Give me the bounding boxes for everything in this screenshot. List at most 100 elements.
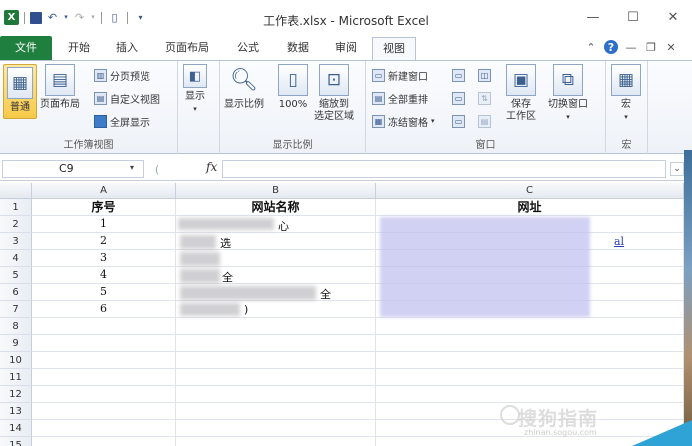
side-by-side-button[interactable]: ◫	[478, 67, 491, 83]
cell-a12[interactable]	[32, 386, 176, 403]
tab-data[interactable]: 数据	[278, 37, 318, 59]
cancel-icon[interactable]: (	[150, 162, 164, 176]
row-header-14[interactable]: 14	[0, 420, 32, 437]
custom-views-button[interactable]: ▤ 自定义视图	[94, 90, 160, 106]
tab-file[interactable]: 文件	[0, 36, 52, 60]
group-macros: ▦ 宏 ▾ 宏	[606, 61, 648, 154]
cell-c1[interactable]: 网址	[376, 199, 684, 216]
hide-button[interactable]: ▭	[452, 90, 465, 106]
column-header-a[interactable]: A	[32, 183, 176, 199]
full-screen-button[interactable]: 全屏显示	[94, 113, 150, 129]
tab-view[interactable]: 视图	[372, 37, 416, 60]
arrange-all-button[interactable]: ▤ 全部重排	[372, 90, 428, 106]
cell-a1[interactable]: 序号	[32, 199, 176, 216]
corner-decoration	[632, 420, 692, 446]
expand-formula-bar-icon[interactable]: ⌄	[670, 162, 684, 176]
cell-c11[interactable]	[376, 369, 684, 386]
sync-scroll-button[interactable]: ⇅	[478, 90, 491, 106]
cell-a11[interactable]	[32, 369, 176, 386]
cell-a10[interactable]	[32, 352, 176, 369]
reset-position-button[interactable]: ▤	[478, 113, 491, 129]
cell-a14[interactable]	[32, 420, 176, 437]
row-header-8[interactable]: 8	[0, 318, 32, 335]
help-icon[interactable]: ?	[604, 40, 618, 54]
new-window-button[interactable]: ▭ 新建窗口	[372, 67, 428, 83]
zoom-button[interactable]: 🔍︎ 显示比例	[224, 64, 264, 111]
cell-b14[interactable]	[176, 420, 376, 437]
save-workspace-button[interactable]: ▣ 保存 工作区	[506, 64, 536, 123]
tab-insert[interactable]: 插入	[106, 37, 148, 59]
row-header-6[interactable]: 6	[0, 284, 32, 301]
maximize-button[interactable]: ☐	[622, 6, 644, 28]
cell-c10[interactable]	[376, 352, 684, 369]
column-header-c[interactable]: C	[376, 183, 684, 199]
row-header-4[interactable]: 4	[0, 250, 32, 267]
row-header-3[interactable]: 3	[0, 233, 32, 250]
cell-a3[interactable]: 2	[32, 233, 176, 250]
workbook-close-icon[interactable]: ✕	[664, 40, 678, 54]
cell-b11[interactable]	[176, 369, 376, 386]
cell-c9[interactable]	[376, 335, 684, 352]
workbook-restore-icon[interactable]: ❐	[644, 40, 658, 54]
row-header-12[interactable]: 12	[0, 386, 32, 403]
normal-view-button[interactable]: ▦ 普通	[3, 64, 37, 119]
zoom-to-selection-label-2: 选定区域	[314, 111, 354, 122]
c3-link-fragment[interactable]: al	[614, 235, 624, 248]
cell-b12[interactable]	[176, 386, 376, 403]
window-controls: — ☐ ✕	[582, 6, 684, 28]
row-header-11[interactable]: 11	[0, 369, 32, 386]
cell-c8[interactable]	[376, 318, 684, 335]
page-layout-view-button[interactable]: ▤ 页面布局	[40, 64, 80, 111]
minimize-button[interactable]: —	[582, 6, 604, 28]
cell-a5[interactable]: 4	[32, 267, 176, 284]
cell-b10[interactable]	[176, 352, 376, 369]
unhide-button[interactable]: ▭	[452, 113, 465, 129]
cell-b13[interactable]	[176, 403, 376, 420]
macros-label: 宏	[621, 99, 631, 110]
select-all-corner[interactable]	[0, 183, 32, 199]
close-button[interactable]: ✕	[662, 6, 684, 28]
cell-a7[interactable]: 6	[32, 301, 176, 318]
watermark-text: 搜狗指南	[518, 408, 599, 430]
macros-button[interactable]: ▦ 宏 ▾	[611, 64, 641, 123]
insert-function-icon[interactable]: fx	[206, 160, 217, 174]
name-box[interactable]: C9	[2, 160, 144, 178]
row-header-2[interactable]: 2	[0, 216, 32, 233]
switch-windows-button[interactable]: ⧉ 切换窗口 ▾	[548, 64, 588, 123]
cell-a13[interactable]	[32, 403, 176, 420]
cell-a2[interactable]: 1	[32, 216, 176, 233]
cell-a4[interactable]: 3	[32, 250, 176, 267]
cell-c12[interactable]	[376, 386, 684, 403]
row-header-10[interactable]: 10	[0, 352, 32, 369]
zoom-to-selection-button[interactable]: ⊡ 缩放到 选定区域	[314, 64, 354, 123]
minimize-ribbon-icon[interactable]: ⌃	[584, 40, 598, 54]
cell-b8[interactable]	[176, 318, 376, 335]
row-header-15[interactable]: 15	[0, 437, 32, 446]
freeze-panes-button[interactable]: ▦ 冻结窗格 ▾	[372, 113, 435, 129]
row-header-1[interactable]: 1	[0, 199, 32, 216]
formula-input[interactable]	[222, 160, 666, 178]
tab-review[interactable]: 审阅	[326, 37, 366, 59]
row-header-13[interactable]: 13	[0, 403, 32, 420]
tab-home[interactable]: 开始	[58, 37, 100, 59]
row-header-7[interactable]: 7	[0, 301, 32, 318]
page-break-preview-button[interactable]: ▥ 分页预览	[94, 67, 150, 83]
cell-a15[interactable]	[32, 437, 176, 446]
split-button[interactable]: ▭	[452, 67, 465, 83]
cell-a9[interactable]	[32, 335, 176, 352]
cell-a8[interactable]	[32, 318, 176, 335]
tab-formulas[interactable]: 公式	[228, 37, 268, 59]
cell-b1[interactable]: 网站名称	[176, 199, 376, 216]
name-box-dropdown-icon[interactable]: ▾	[130, 163, 134, 172]
workbook-minimize-icon[interactable]: —	[624, 40, 638, 54]
cell-b9[interactable]	[176, 335, 376, 352]
row-header-5[interactable]: 5	[0, 267, 32, 284]
tab-page-layout[interactable]: 页面布局	[158, 37, 216, 59]
watermark-url: zhinan.sogou.com	[524, 428, 597, 437]
zoom-100-button[interactable]: ▯ 100%	[278, 64, 308, 111]
row-header-9[interactable]: 9	[0, 335, 32, 352]
cell-a6[interactable]: 5	[32, 284, 176, 301]
show-button[interactable]: ◧ 显示 ▾	[183, 64, 207, 115]
column-header-b[interactable]: B	[176, 183, 376, 199]
cell-b15[interactable]	[176, 437, 376, 446]
